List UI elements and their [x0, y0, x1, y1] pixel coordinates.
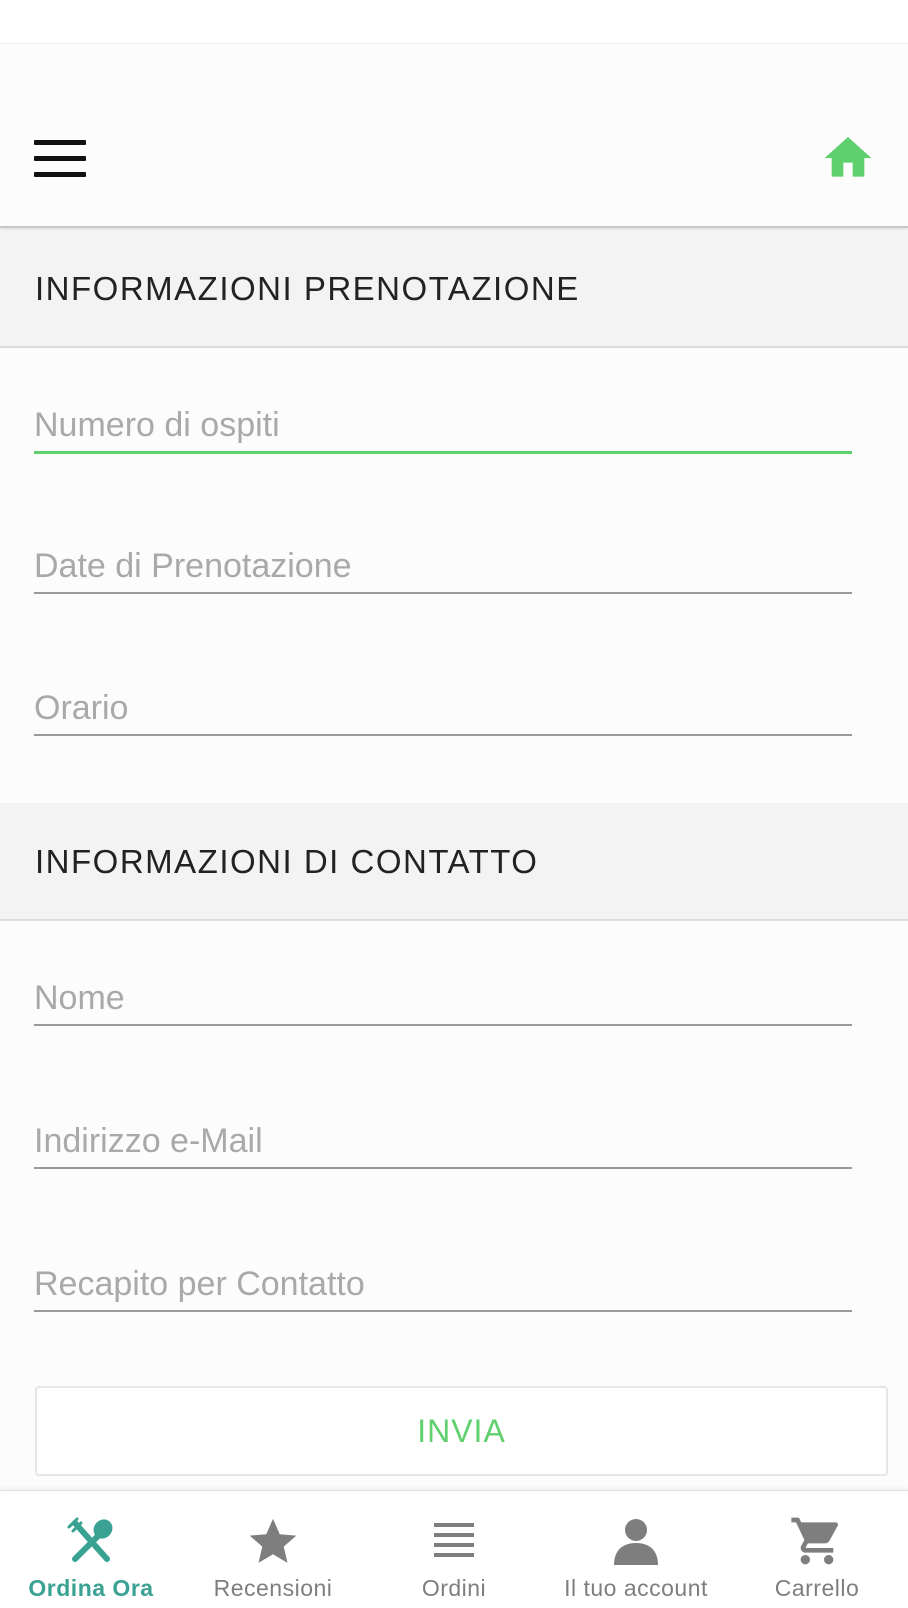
booking-section-title: INFORMAZIONI PRENOTAZIONE: [35, 270, 580, 307]
booking-time-input[interactable]: [34, 689, 852, 728]
submit-button[interactable]: INVIA: [35, 1386, 888, 1476]
list-icon: [434, 1523, 474, 1557]
bottom-tab-bar: Ordina Ora Recensioni Ordini Il tuo acco…: [0, 1490, 908, 1608]
email-input[interactable]: [34, 1122, 852, 1161]
tab-carrello[interactable]: Carrello: [726, 1491, 908, 1608]
tab-label: Carrello: [774, 1575, 860, 1601]
name-field[interactable]: [34, 962, 852, 1026]
tab-label: Ordini: [421, 1575, 487, 1601]
phone-field[interactable]: [34, 1248, 852, 1312]
contact-section-header: INFORMAZIONI DI CONTATTO: [0, 803, 908, 921]
email-field[interactable]: [34, 1105, 852, 1169]
phone-input[interactable]: [34, 1265, 852, 1304]
tab-label: Il tuo account: [564, 1575, 708, 1601]
booking-time-field[interactable]: [34, 672, 852, 736]
hamburger-menu-icon[interactable]: [34, 140, 86, 180]
app-bar: [0, 44, 908, 228]
contact-section-title: INFORMAZIONI DI CONTATTO: [35, 843, 539, 880]
booking-date-input[interactable]: [34, 547, 852, 586]
name-input[interactable]: [34, 979, 852, 1018]
cart-icon: [791, 1517, 839, 1565]
guests-field[interactable]: [34, 390, 852, 454]
tab-ordina-ora[interactable]: Ordina Ora: [0, 1491, 182, 1608]
tab-label: Ordina Ora: [28, 1575, 154, 1601]
tab-label: Recensioni: [213, 1575, 333, 1601]
booking-section-header: INFORMAZIONI PRENOTAZIONE: [0, 230, 908, 348]
tab-account[interactable]: Il tuo account: [545, 1491, 727, 1608]
status-bar: [0, 0, 908, 44]
star-icon: [249, 1518, 297, 1563]
tab-ordini[interactable]: Ordini: [363, 1491, 545, 1608]
home-icon[interactable]: [820, 130, 876, 186]
booking-date-field[interactable]: [34, 530, 852, 594]
reservation-screen: INFORMAZIONI PRENOTAZIONE INFORMAZIONI D…: [0, 0, 908, 1608]
fork-spoon-icon: [67, 1517, 113, 1562]
tab-recensioni[interactable]: Recensioni: [182, 1491, 364, 1608]
guests-input[interactable]: [34, 406, 852, 445]
person-icon: [614, 1519, 658, 1565]
